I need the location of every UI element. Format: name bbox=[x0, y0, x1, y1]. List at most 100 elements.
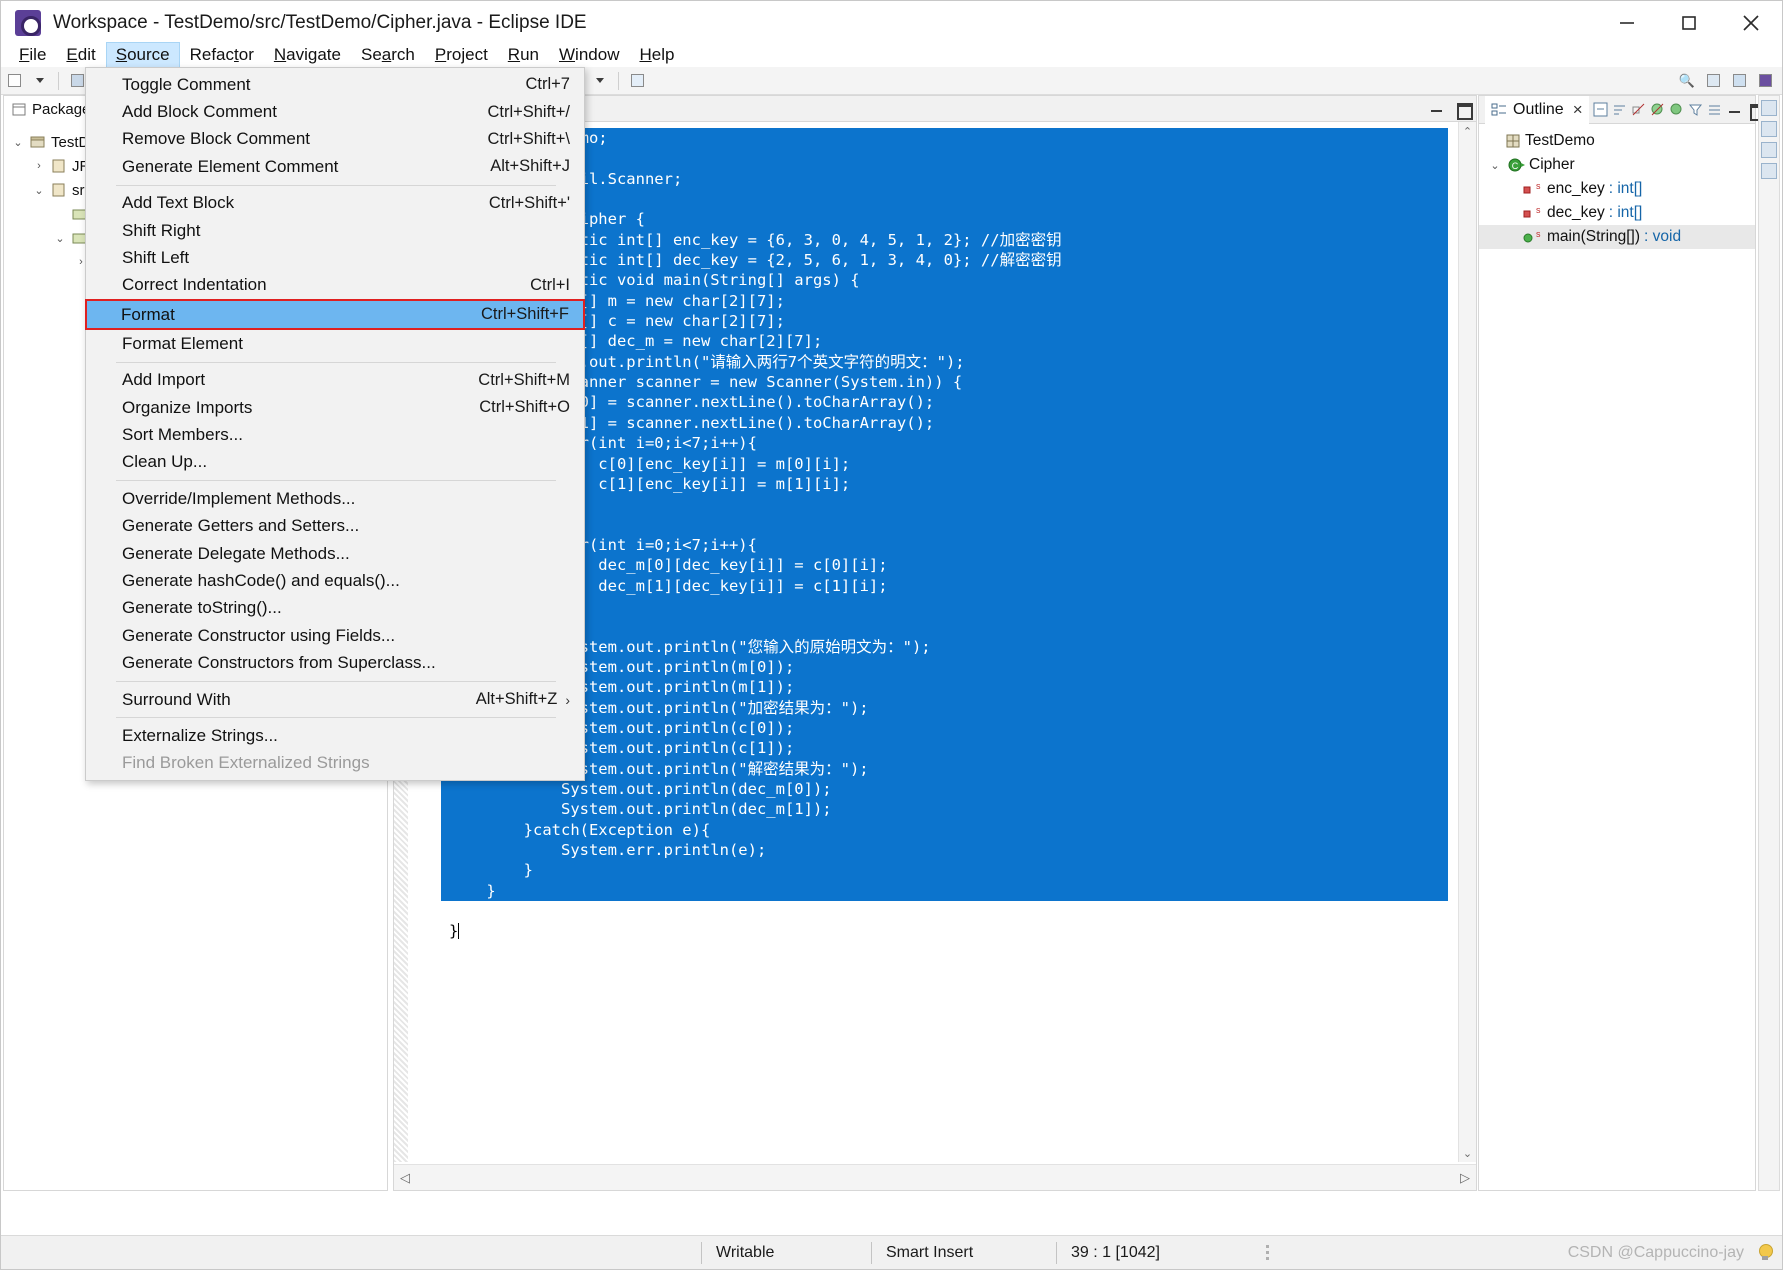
code-line: char[][] m = new char[2][7]; bbox=[449, 291, 1476, 311]
menu-item-format-element[interactable]: Format Element bbox=[86, 330, 584, 357]
chevron-down-icon[interactable]: ⌄ bbox=[1487, 159, 1503, 172]
menu-item-generate-element-comment[interactable]: Generate Element CommentAlt+Shift+J bbox=[86, 153, 584, 180]
menu-item-add-import[interactable]: Add ImportCtrl+Shift+M bbox=[86, 367, 584, 394]
declaration-view-icon[interactable] bbox=[1761, 142, 1777, 158]
menu-item-correct-indentation[interactable]: Correct IndentationCtrl+I bbox=[86, 272, 584, 299]
menu-item-shift-left[interactable]: Shift Left bbox=[86, 244, 584, 271]
watermark-text: CSDN @Cappuccino-jay bbox=[1568, 1244, 1758, 1262]
chevron-right-icon[interactable]: › bbox=[31, 160, 47, 172]
outline-minimize-icon[interactable] bbox=[1726, 102, 1744, 118]
menu-item-label: Add Text Block bbox=[122, 193, 489, 213]
javadoc-view-icon[interactable] bbox=[1761, 121, 1777, 137]
eclipse-logo-icon bbox=[15, 10, 41, 36]
menu-window[interactable]: Window bbox=[549, 42, 629, 68]
menu-help[interactable]: Help bbox=[629, 42, 684, 68]
menu-item-accelerator: Ctrl+7 bbox=[526, 75, 570, 94]
menu-item-label: Generate Element Comment bbox=[122, 157, 490, 177]
chevron-down-icon[interactable]: ⌄ bbox=[10, 136, 26, 149]
filter-icon[interactable] bbox=[1688, 102, 1704, 118]
menu-item-generate-hashcode-and-equals[interactable]: Generate hashCode() and equals()... bbox=[86, 567, 584, 594]
maximize-icon[interactable] bbox=[1658, 1, 1720, 45]
menu-item-generate-tostring[interactable]: Generate toString()... bbox=[86, 595, 584, 622]
editor-horizontal-scrollbar[interactable]: ◁ ▷ bbox=[394, 1164, 1476, 1190]
outline-item-cipher[interactable]: ⌄CCipher bbox=[1479, 153, 1755, 177]
menu-run[interactable]: Run bbox=[498, 42, 549, 68]
editor-maximize-icon[interactable] bbox=[1454, 101, 1472, 117]
menu-item-clean-up[interactable]: Clean Up... bbox=[86, 449, 584, 476]
menu-item-sort-members[interactable]: Sort Members... bbox=[86, 421, 584, 448]
outline-item-main-string[interactable]: smain(String[]) : void bbox=[1479, 225, 1755, 249]
collapse-all-icon[interactable] bbox=[1593, 102, 1609, 118]
code-text-area[interactable]: package TestDemo;import java.util.Scanne… bbox=[441, 122, 1476, 1162]
menu-item-accelerator: Ctrl+Shift+O bbox=[479, 398, 570, 417]
java-perspective-icon[interactable] bbox=[1728, 70, 1750, 92]
hide-nonpublic-icon[interactable] bbox=[1669, 102, 1685, 118]
outline-close-icon[interactable]: × bbox=[1573, 100, 1583, 120]
chevron-down-icon[interactable]: ⌄ bbox=[31, 184, 47, 197]
menu-item-generate-getters-and-setters[interactable]: Generate Getters and Setters... bbox=[86, 512, 584, 539]
menu-navigate[interactable]: Navigate bbox=[264, 42, 351, 68]
java-ee-perspective-icon[interactable] bbox=[1754, 70, 1776, 92]
menu-item-remove-block-comment[interactable]: Remove Block CommentCtrl+Shift+\ bbox=[86, 126, 584, 153]
menu-item-organize-imports[interactable]: Organize ImportsCtrl+Shift+O bbox=[86, 394, 584, 421]
new-dropdown-icon[interactable] bbox=[29, 70, 51, 92]
code-line: System.out.println(dec_m[1]); bbox=[449, 799, 1476, 819]
hide-static-icon[interactable] bbox=[1650, 102, 1666, 118]
scroll-left-icon[interactable]: ◁ bbox=[400, 1170, 410, 1186]
new-icon[interactable] bbox=[3, 70, 25, 92]
forward-dropdown-icon[interactable] bbox=[589, 70, 611, 92]
quick-access-search-icon[interactable]: 🔍 bbox=[1676, 70, 1698, 92]
menu-separator bbox=[116, 185, 556, 186]
outline-item-testdemo[interactable]: TestDemo bbox=[1479, 129, 1755, 153]
minimize-icon[interactable] bbox=[1596, 1, 1658, 45]
status-writable: Writable bbox=[701, 1242, 871, 1264]
code-line bbox=[449, 901, 1476, 921]
view-menu-icon[interactable] bbox=[1707, 102, 1723, 118]
problems-view-icon[interactable] bbox=[1761, 100, 1777, 116]
close-icon[interactable] bbox=[1720, 1, 1782, 45]
tab-outline[interactable]: Outline × bbox=[1485, 96, 1589, 124]
menu-item-generate-delegate-methods[interactable]: Generate Delegate Methods... bbox=[86, 540, 584, 567]
menu-item-surround-with[interactable]: Surround WithAlt+Shift+Z› bbox=[86, 686, 584, 713]
console-view-icon[interactable] bbox=[1761, 163, 1777, 179]
svg-text:s: s bbox=[1536, 205, 1541, 215]
menu-project[interactable]: Project bbox=[425, 42, 498, 68]
menu-refactor[interactable]: Refactor bbox=[180, 42, 264, 68]
sort-icon[interactable] bbox=[1612, 102, 1628, 118]
open-perspective-icon[interactable] bbox=[1702, 70, 1724, 92]
menu-item-generate-constructor-using-fields[interactable]: Generate Constructor using Fields... bbox=[86, 622, 584, 649]
source-menu-dropdown[interactable]: Toggle CommentCtrl+7Add Block CommentCtr… bbox=[85, 67, 585, 781]
menu-item-generate-constructors-from-superclass[interactable]: Generate Constructors from Superclass... bbox=[86, 649, 584, 676]
menu-item-override-implement-methods[interactable]: Override/Implement Methods... bbox=[86, 485, 584, 512]
hide-fields-icon[interactable] bbox=[1631, 102, 1647, 118]
outline-item-dec-key[interactable]: sdec_key : int[] bbox=[1479, 201, 1755, 225]
chevron-down-icon[interactable]: ⌄ bbox=[52, 232, 68, 245]
menu-item-externalize-strings[interactable]: Externalize Strings... bbox=[86, 722, 584, 749]
menu-file[interactable]: File bbox=[9, 42, 56, 68]
menu-separator bbox=[116, 480, 556, 481]
code-line bbox=[449, 616, 1476, 636]
menu-item-format[interactable]: FormatCtrl+Shift+F bbox=[85, 299, 585, 330]
status-resize-grip-icon[interactable] bbox=[1266, 1245, 1276, 1260]
menu-source[interactable]: Source bbox=[106, 42, 180, 68]
code-line: } bbox=[449, 881, 1476, 901]
editor-minimize-icon[interactable] bbox=[1428, 101, 1446, 117]
menu-item-add-block-comment[interactable]: Add Block CommentCtrl+Shift+/ bbox=[86, 98, 584, 125]
menu-item-accelerator: Ctrl+I bbox=[530, 276, 570, 295]
scroll-down-icon[interactable]: ⌄ bbox=[1459, 1144, 1476, 1162]
menu-edit[interactable]: Edit bbox=[56, 42, 105, 68]
pin-editor-icon[interactable] bbox=[626, 70, 648, 92]
menu-item-find-broken-externalized-strings: Find Broken Externalized Strings bbox=[86, 750, 584, 777]
package-explorer-icon bbox=[12, 102, 27, 117]
scroll-right-icon[interactable]: ▷ bbox=[1460, 1170, 1470, 1186]
outline-tree: TestDemo⌄CCiphersenc_key : int[]sdec_key… bbox=[1479, 124, 1755, 249]
outline-item-enc-key[interactable]: senc_key : int[] bbox=[1479, 177, 1755, 201]
outline-item-label: main(String[]) bbox=[1547, 228, 1640, 246]
menu-item-add-text-block[interactable]: Add Text BlockCtrl+Shift+' bbox=[86, 190, 584, 217]
menu-item-toggle-comment[interactable]: Toggle CommentCtrl+7 bbox=[86, 71, 584, 98]
menu-search[interactable]: Search bbox=[351, 42, 425, 68]
code-line: c[1][enc_key[i]] = m[1][i]; bbox=[449, 474, 1476, 494]
tree-item-label: TestD bbox=[51, 134, 89, 151]
menu-item-shift-right[interactable]: Shift Right bbox=[86, 217, 584, 244]
code-line: public static int[] dec_key = {2, 5, 6, … bbox=[449, 250, 1476, 270]
